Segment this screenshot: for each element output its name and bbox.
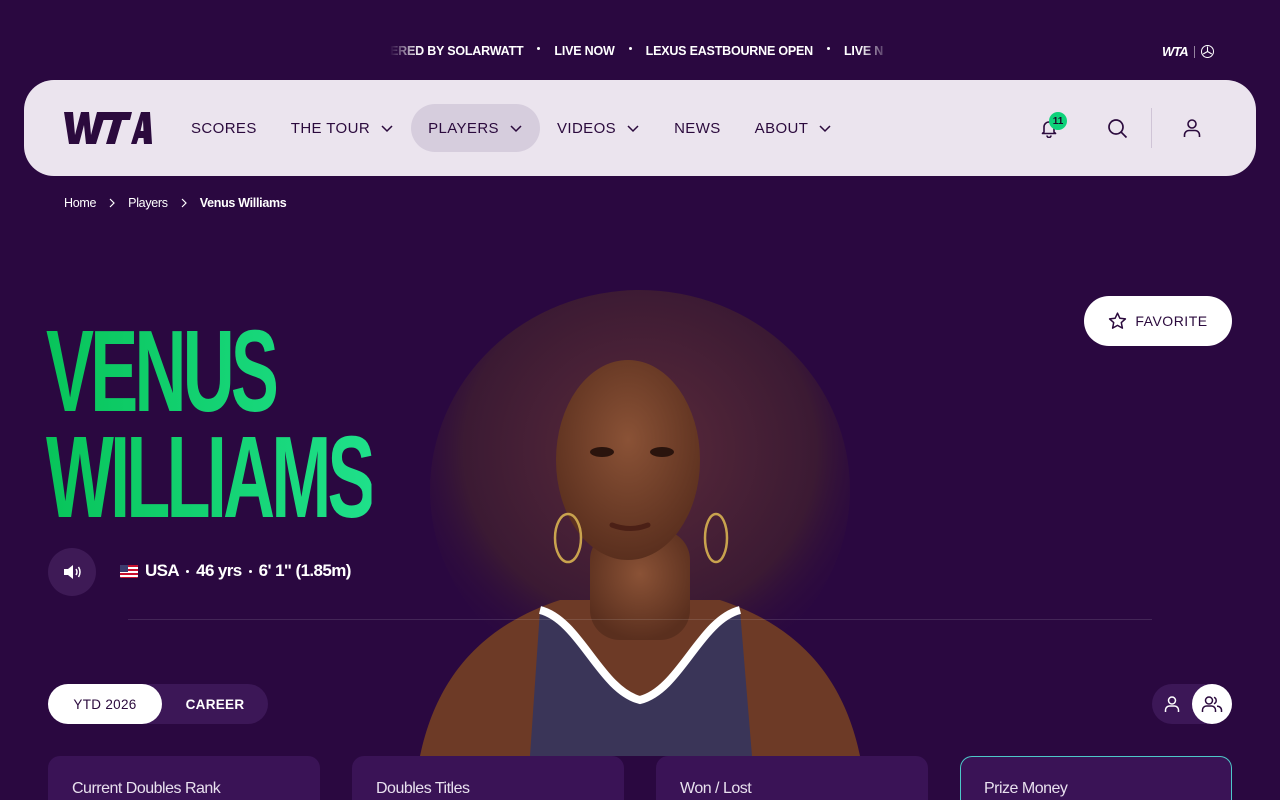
nav-item-label: SCORES — [191, 119, 257, 137]
singles-doubles-toggle — [1152, 684, 1232, 724]
ticker-fade-left — [390, 44, 420, 60]
main-navbar: SCORES THE TOUR PLAYERS VIDEOS NEWS ABOU… — [24, 80, 1256, 176]
player-meta: USA 46 yrs 6' 1" (1.85m) — [120, 561, 351, 581]
chevron-right-icon — [181, 198, 187, 208]
usa-flag-icon — [120, 564, 138, 578]
brand-separator — [1193, 45, 1195, 58]
ticker-item[interactable]: LEXUS EASTBOURNE OPEN — [646, 44, 814, 58]
nav-item-label: PLAYERS — [428, 119, 499, 137]
player-height: 6' 1" (1.85m) — [258, 561, 352, 580]
stat-card-prize-money: Prize Money — [960, 756, 1232, 800]
ticker-item[interactable]: LIVE NOW — [554, 44, 614, 58]
period-toggle: YTD 2026 CAREER — [48, 684, 268, 724]
doubles-icon — [1201, 696, 1223, 712]
chevron-down-icon — [381, 125, 393, 133]
period-option-ytd[interactable]: YTD 2026 — [48, 684, 162, 724]
period-option-career[interactable]: CAREER — [162, 684, 268, 724]
meta-separator — [186, 569, 190, 573]
stat-card-title: Current Doubles Rank — [72, 780, 221, 797]
nav-item-label: NEWS — [674, 119, 721, 137]
favorite-label: FAVORITE — [1135, 313, 1208, 329]
breadcrumb-players[interactable]: Players — [128, 196, 168, 210]
nav-item-about[interactable]: ABOUT — [738, 104, 850, 152]
favorite-button[interactable]: FAVORITE — [1084, 296, 1232, 346]
account-button[interactable] — [1168, 104, 1216, 152]
nav-divider — [1151, 108, 1152, 148]
stat-card-doubles-rank: Current Doubles Rank — [48, 756, 320, 800]
chevron-down-icon — [627, 125, 639, 133]
star-icon — [1109, 312, 1127, 329]
chevron-right-icon — [109, 198, 116, 208]
singles-option[interactable] — [1152, 684, 1192, 724]
ticker-fade-right — [860, 44, 890, 60]
singles-icon — [1164, 696, 1180, 712]
nav-item-label: THE TOUR — [290, 119, 371, 137]
doubles-option[interactable] — [1192, 684, 1232, 724]
partner-brand[interactable]: WTA — [1162, 44, 1214, 59]
player-name: VENUS WILLIAMS — [46, 318, 372, 530]
speaker-icon — [64, 565, 81, 579]
nav-item-label: ABOUT — [754, 119, 809, 137]
nav-actions: 11 — [1025, 104, 1216, 152]
player-age: 46 yrs — [196, 561, 242, 580]
breadcrumb-home[interactable]: Home — [64, 196, 96, 210]
pronunciation-audio-button[interactable] — [48, 548, 96, 596]
notification-count-badge: 11 — [1049, 112, 1067, 130]
ticker-separator — [827, 46, 830, 50]
user-icon — [1183, 119, 1201, 137]
breadcrumb-current: Venus Williams — [199, 196, 287, 210]
chevron-down-icon — [510, 125, 522, 133]
search-icon — [1107, 118, 1127, 138]
meta-separator — [248, 569, 252, 573]
stat-card-doubles-titles: Doubles Titles — [352, 756, 624, 800]
stats-cards: Current Doubles Rank Doubles Titles Won … — [48, 756, 1232, 800]
nav-menu: SCORES THE TOUR PLAYERS VIDEOS NEWS ABOU… — [174, 104, 849, 152]
stat-card-title: Prize Money — [984, 780, 1068, 797]
nav-item-label: VIDEOS — [556, 119, 617, 137]
live-ticker[interactable]: ERED BY SOLARWATT LIVE NOW LEXUS EASTBOU… — [390, 44, 890, 60]
ticker-separator — [537, 46, 541, 50]
stat-card-title: Won / Lost — [680, 780, 752, 797]
player-last-name: WILLIAMS — [46, 412, 372, 542]
mercedes-star-icon — [1200, 45, 1214, 58]
stat-card-title: Doubles Titles — [376, 780, 470, 797]
stat-card-won-lost: Won / Lost — [656, 756, 928, 800]
section-divider — [128, 619, 1152, 620]
chevron-down-icon — [819, 125, 831, 133]
breadcrumb: Home Players Venus Williams — [64, 196, 287, 210]
player-photo — [420, 290, 860, 756]
search-button[interactable] — [1093, 104, 1141, 152]
nav-item-scores[interactable]: SCORES — [174, 104, 274, 152]
nav-item-news[interactable]: NEWS — [657, 104, 738, 152]
player-country: USA — [145, 561, 180, 580]
notifications-button[interactable]: 11 — [1025, 104, 1073, 152]
wta-logo[interactable] — [64, 111, 152, 150]
ticker-track: ERED BY SOLARWATT LIVE NOW LEXUS EASTBOU… — [390, 44, 883, 58]
nav-item-videos[interactable]: VIDEOS — [540, 104, 657, 152]
wta-mini-logo: WTA — [1162, 44, 1189, 59]
nav-item-the-tour[interactable]: THE TOUR — [274, 104, 411, 152]
player-first-name: VENUS — [46, 306, 276, 436]
nav-item-players[interactable]: PLAYERS — [411, 104, 540, 152]
ticker-separator — [628, 46, 632, 50]
